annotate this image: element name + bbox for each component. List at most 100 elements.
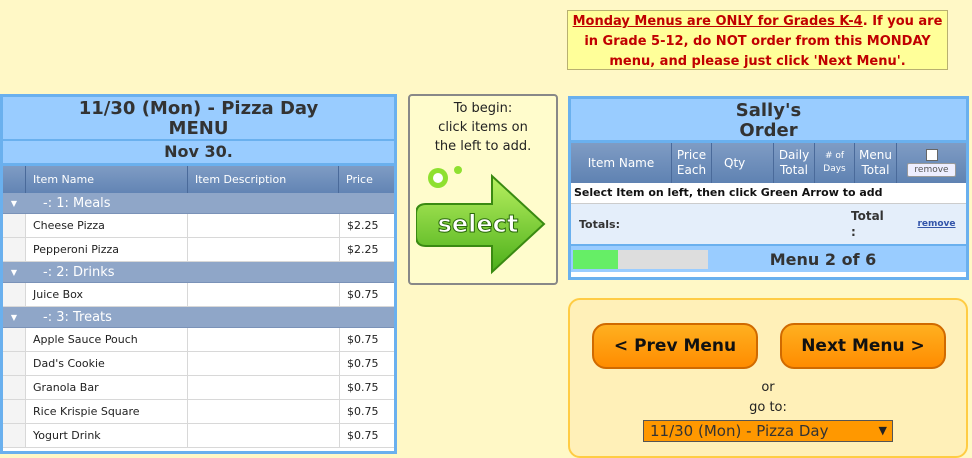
menu-item-description: [188, 238, 340, 261]
menu-progress-fill: [573, 249, 618, 269]
notice-line-2: in Grade 5-12, do NOT order from this MO…: [584, 34, 931, 49]
order-label: Order: [739, 120, 798, 141]
remove-selected-button[interactable]: remove: [907, 163, 956, 177]
menu-navigation: < Prev Menu Next Menu > or go to: 11/30 …: [568, 298, 968, 458]
menu-item-name: Juice Box: [26, 283, 188, 306]
remove-all-link[interactable]: remove: [907, 219, 966, 229]
order-panel: Sally's Order Item Name Price Each Qty Da…: [568, 96, 969, 280]
menu-title-label: MENU: [168, 118, 229, 139]
notice-rest: . If you are: [862, 14, 943, 29]
menu-item-price: $0.75: [347, 381, 379, 394]
menu-item-row[interactable]: Cheese Pizza $2.25: [3, 214, 394, 238]
select-label: select: [438, 210, 519, 238]
select-all-checkbox[interactable]: [925, 149, 938, 161]
menu-item-row[interactable]: Juice Box $0.75: [3, 283, 394, 307]
order-progress: Menu 2 of 6: [571, 244, 966, 272]
menu-item-price: $0.75: [347, 429, 379, 442]
menu-item-description: [188, 352, 340, 375]
menu-group-label: -: 1: Meals: [43, 195, 111, 211]
order-title: Sally's Order: [571, 99, 966, 143]
order-totals-row: Totals: Total: remove: [571, 204, 966, 244]
grand-total-label: Total:: [851, 209, 884, 239]
menu-progress-bar: [573, 249, 708, 269]
menu-item-spacer: [3, 352, 26, 375]
next-menu-button[interactable]: Next Menu >: [780, 323, 946, 369]
menu-item-spacer: [3, 424, 26, 447]
menu-select-value: 11/30 (Mon) - Pizza Day: [650, 422, 829, 440]
begin-line-3: the left to add.: [434, 139, 532, 154]
order-col-item-name: Item Name: [571, 143, 672, 183]
column-price[interactable]: Price: [339, 166, 394, 193]
menu-group-row[interactable]: ▼ -: 1: Meals: [3, 193, 394, 214]
menu-item-description: [188, 283, 340, 306]
menu-item-spacer: [3, 238, 26, 261]
select-arrow-button[interactable]: select: [415, 164, 548, 276]
menu-item-spacer: [3, 283, 26, 306]
menu-item-spacer: [3, 376, 26, 399]
menu-item-name: Rice Krispie Square: [26, 400, 188, 423]
menu-item-name: Yogurt Drink: [26, 424, 188, 447]
grade-notice: Monday Menus are ONLY for Grades K-4. If…: [567, 10, 948, 70]
collapse-triangle-icon[interactable]: ▼: [3, 199, 25, 208]
menu-item-name: Pepperoni Pizza: [26, 238, 188, 261]
menu-item-row[interactable]: Apple Sauce Pouch $0.75: [3, 328, 394, 352]
menu-table-body: ▼ -: 1: Meals Cheese Pizza $2.25 Pepperoni P…: [3, 193, 394, 448]
menu-item-price: $0.75: [347, 357, 379, 370]
order-col-daily-total: Daily Total: [774, 143, 815, 183]
menu-item-price: $0.75: [347, 288, 379, 301]
menu-item-description: [188, 376, 340, 399]
or-label: or: [761, 380, 775, 395]
menu-select[interactable]: 11/30 (Mon) - Pizza Day ▼: [643, 420, 893, 442]
menu-item-name: Apple Sauce Pouch: [26, 328, 188, 351]
menu-item-price: $2.25: [347, 243, 379, 256]
order-owner: Sally's: [735, 100, 802, 121]
green-arrow-icon: select: [415, 166, 546, 275]
menu-item-name: Dad's Cookie: [26, 352, 188, 375]
order-col-qty: Qty: [712, 143, 774, 183]
menu-item-price: $0.75: [347, 405, 379, 418]
notice-underlined: Monday Menus are ONLY for Grades K-4: [572, 14, 863, 29]
order-col-price-each: Price Each: [672, 143, 712, 183]
prev-menu-button[interactable]: < Prev Menu: [592, 323, 758, 369]
menu-item-row[interactable]: Rice Krispie Square $0.75: [3, 400, 394, 424]
menu-item-spacer: [3, 328, 26, 351]
menu-count: Menu 2 of 6: [769, 249, 877, 269]
menu-group-label: -: 3: Treats: [43, 309, 112, 325]
order-table-header: Item Name Price Each Qty Daily Total # of D…: [571, 143, 966, 183]
menu-group-label: -: 2: Drinks: [43, 264, 115, 280]
menu-item-spacer: [3, 400, 26, 423]
menu-item-price: $0.75: [347, 333, 379, 346]
menu-item-row[interactable]: Granola Bar $0.75: [3, 376, 394, 400]
menu-table-header: Item Name Item Description Price: [3, 166, 394, 193]
order-col-num-days: # of Days: [815, 143, 855, 183]
totals-label: Totals:: [579, 217, 620, 231]
menu-date: Nov 30.: [3, 141, 394, 166]
goto-label: go to:: [749, 400, 787, 415]
menu-panel: 11/30 (Mon) - Pizza Day MENU Nov 30. Ite…: [0, 94, 397, 454]
menu-item-name: Cheese Pizza: [26, 214, 188, 237]
menu-item-spacer: [3, 214, 26, 237]
order-hint: Select Item on left, then click Green Ar…: [571, 183, 966, 204]
menu-group-row[interactable]: ▼ -: 3: Treats: [3, 307, 394, 328]
menu-item-description: [188, 214, 340, 237]
begin-line-2: click items on: [438, 120, 528, 135]
menu-title-date: 11/30 (Mon) - Pizza Day: [78, 98, 319, 119]
begin-instructions: To begin: click items on the left to add…: [408, 94, 558, 285]
begin-line-1: To begin:: [453, 101, 513, 116]
order-col-menu-total: Menu Total: [855, 143, 897, 183]
menu-item-price: $2.25: [347, 219, 379, 232]
menu-item-description: [188, 328, 340, 351]
column-item-description[interactable]: Item Description: [188, 166, 339, 193]
menu-group-row[interactable]: ▼ -: 2: Drinks: [3, 262, 394, 283]
menu-item-row[interactable]: Dad's Cookie $0.75: [3, 352, 394, 376]
collapse-triangle-icon[interactable]: ▼: [3, 268, 25, 277]
menu-item-description: [188, 400, 340, 423]
order-col-remove: remove: [897, 143, 966, 183]
menu-item-description: [188, 424, 340, 447]
menu-item-row[interactable]: Pepperoni Pizza $2.25: [3, 238, 394, 262]
column-item-name[interactable]: Item Name: [26, 166, 188, 193]
chevron-down-icon: ▼: [878, 424, 887, 437]
collapse-triangle-icon[interactable]: ▼: [3, 313, 25, 322]
menu-item-row[interactable]: Yogurt Drink $0.75: [3, 424, 394, 448]
menu-title: 11/30 (Mon) - Pizza Day MENU: [3, 97, 394, 141]
